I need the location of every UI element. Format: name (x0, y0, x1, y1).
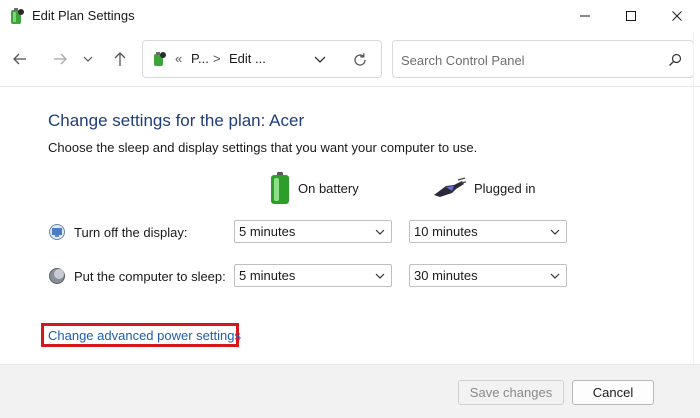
content-right-edge (693, 32, 694, 365)
display-setting-label: Turn off the display: (48, 221, 187, 243)
address-overflow-chevron[interactable]: « (175, 51, 182, 66)
close-icon (672, 11, 682, 21)
navigation-bar: « P... > Edit ... (0, 32, 700, 86)
recent-dropdown-icon (83, 56, 93, 62)
app-plan-icon (8, 6, 26, 26)
display-plugged-in-select[interactable]: 10 minutes (409, 220, 567, 243)
display-on-battery-select[interactable]: 5 minutes (234, 220, 392, 243)
up-arrow-icon (114, 52, 126, 66)
plug-icon (434, 177, 466, 197)
display-plugged-in-value: 10 minutes (414, 224, 478, 239)
display-on-battery-value: 5 minutes (239, 224, 296, 239)
plugged-in-label: Plugged in (474, 180, 536, 196)
address-plan-icon (151, 50, 169, 68)
chevron-down-icon (550, 229, 560, 235)
title-bar: Edit Plan Settings (0, 0, 700, 32)
address-bar[interactable]: « P... > Edit ... (142, 40, 382, 78)
put-computer-to-sleep-label: Put the computer to sleep: (74, 268, 226, 284)
on-battery-label: On battery (298, 180, 359, 196)
recent-locations-button[interactable] (78, 47, 98, 71)
back-arrow-icon (13, 53, 26, 65)
sleep-setting-label: Put the computer to sleep: (48, 265, 226, 287)
edit-plan-settings-window: Edit Plan Settings « P... > Edit ... Sea… (0, 0, 700, 418)
navbar-divider (0, 86, 700, 87)
footer-bar: Save changes Cancel (0, 365, 700, 418)
search-icon[interactable] (667, 52, 683, 68)
sleep-on-battery-select[interactable]: 5 minutes (234, 264, 392, 287)
change-advanced-power-settings-link[interactable]: Change advanced power settings (48, 328, 241, 343)
forward-arrow-icon (54, 53, 67, 65)
column-header-plugged-in: Plugged in (432, 170, 535, 206)
window-title: Edit Plan Settings (32, 8, 135, 23)
chevron-down-icon (375, 273, 385, 279)
search-box[interactable] (392, 40, 694, 78)
maximize-button[interactable] (608, 0, 654, 32)
sleep-on-battery-value: 5 minutes (239, 268, 296, 283)
minimize-icon (580, 15, 590, 17)
breadcrumb-separator[interactable]: > (213, 51, 221, 66)
chevron-down-icon (550, 273, 560, 279)
maximize-icon (626, 11, 636, 21)
chevron-down-icon (375, 229, 385, 235)
column-header-on-battery: On battery (270, 170, 359, 206)
turn-off-display-label: Turn off the display: (74, 224, 188, 240)
breadcrumb-power-options[interactable]: P... (191, 51, 209, 66)
page-title: Change settings for the plan: Acer (48, 111, 305, 130)
sleep-moon-icon (49, 268, 65, 284)
save-changes-button[interactable]: Save changes (458, 380, 564, 405)
sleep-plugged-in-select[interactable]: 30 minutes (409, 264, 567, 287)
page-description: Choose the sleep and display settings th… (48, 140, 478, 155)
cancel-button[interactable]: Cancel (572, 380, 654, 405)
minimize-button[interactable] (562, 0, 608, 32)
display-icon (49, 224, 65, 240)
search-input[interactable] (401, 50, 651, 70)
refresh-icon[interactable] (351, 51, 369, 69)
breadcrumb-edit-plan[interactable]: Edit ... (229, 51, 266, 66)
up-button[interactable] (106, 47, 134, 71)
battery-icon (271, 172, 289, 204)
close-button[interactable] (654, 0, 700, 32)
back-button[interactable] (6, 47, 34, 71)
address-dropdown-icon[interactable] (313, 53, 327, 67)
forward-button[interactable] (46, 47, 74, 71)
sleep-plugged-in-value: 30 minutes (414, 268, 478, 283)
